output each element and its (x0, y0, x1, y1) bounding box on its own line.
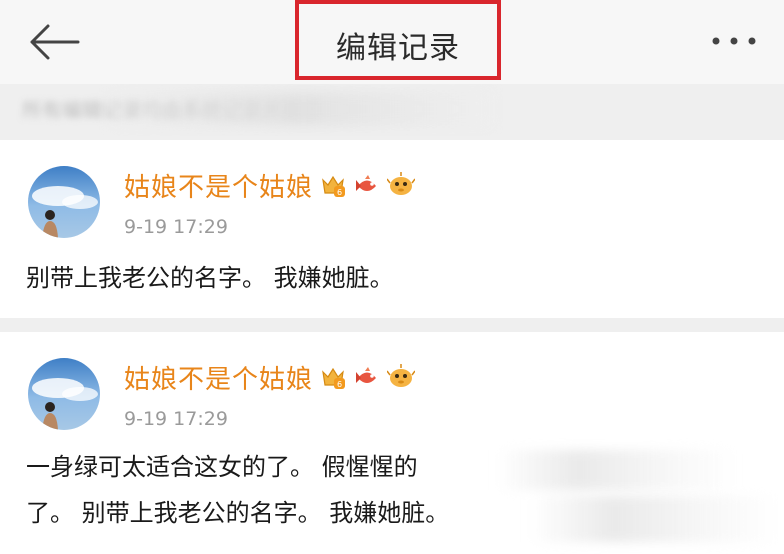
content-line: 别带上我老公的名字。 我嫌她脏。 (26, 264, 394, 292)
username[interactable]: 姑娘不是个姑娘 (124, 167, 313, 204)
more-dots-icon (712, 37, 756, 45)
top-bar: 编辑记录 (0, 0, 784, 84)
record-content: 别带上我老公的名字。 我嫌她脏。 (26, 255, 394, 301)
record-content: 一身绿可太适合这女的了。 假惺惺的 了。 别带上我老公的名字。 我嫌她脏。 (26, 444, 449, 536)
fish-badge-icon (353, 363, 381, 391)
page-title: 编辑记录 (336, 31, 460, 66)
avatar[interactable] (28, 358, 100, 430)
pufferfish-badge-icon (386, 171, 416, 199)
svg-text:6: 6 (337, 380, 342, 389)
notice-blur-overlay (110, 92, 490, 126)
content-line: 了。 别带上我老公的名字。 我嫌她脏。 (26, 499, 450, 527)
avatar[interactable] (28, 166, 100, 238)
crown-badge-icon: 6 (319, 363, 347, 391)
crown-badge-icon: 6 (319, 171, 347, 199)
blurred-region (530, 496, 780, 542)
edit-record-card: 姑娘不是个姑娘 6 9-19 1 (0, 140, 784, 318)
svg-text:6: 6 (337, 188, 342, 197)
edit-record-card: 姑娘不是个姑娘 6 9-19 1 (0, 332, 784, 554)
content-line: 一身绿可太适合这女的了。 假惺惺的 (26, 453, 418, 481)
record-timestamp: 9-19 17:29 (124, 216, 228, 238)
title-highlight-box: 编辑记录 (295, 0, 501, 80)
back-button[interactable] (28, 22, 80, 62)
username-row: 姑娘不是个姑娘 6 (124, 167, 416, 204)
fish-badge-icon (353, 171, 381, 199)
more-button[interactable] (708, 26, 760, 56)
notice-bar: 所有编辑记录均由系统记录并展示 (0, 84, 784, 136)
record-timestamp: 9-19 17:29 (124, 408, 228, 430)
blurred-region (498, 450, 738, 490)
pufferfish-badge-icon (386, 363, 416, 391)
arrow-left-icon (30, 24, 80, 60)
username-row: 姑娘不是个姑娘 6 (124, 359, 416, 396)
username[interactable]: 姑娘不是个姑娘 (124, 359, 313, 396)
